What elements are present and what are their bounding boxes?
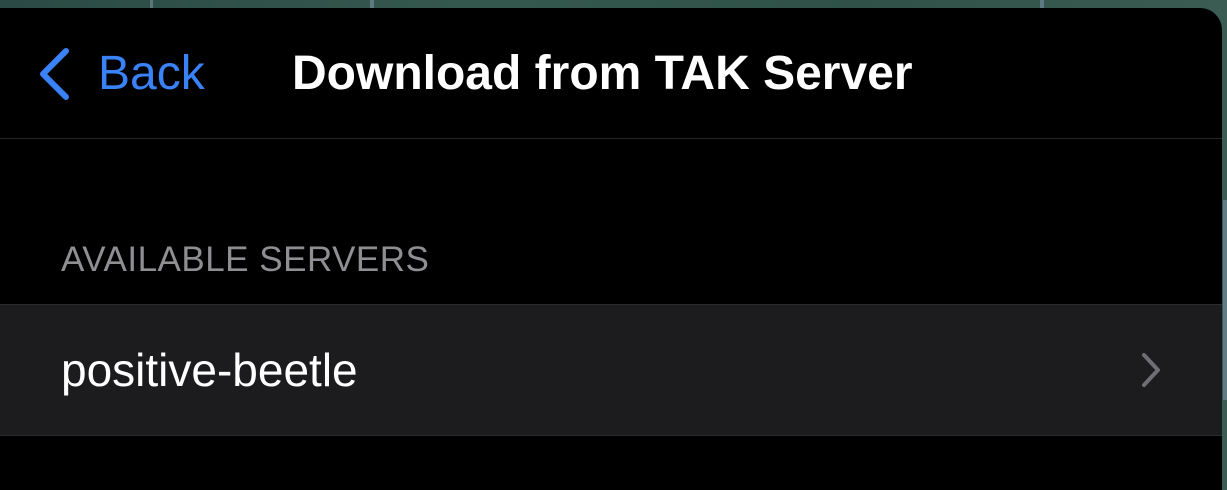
map-road [1223, 200, 1227, 400]
section-header: AVAILABLE SERVERS [61, 240, 430, 279]
back-button[interactable]: Back [36, 44, 205, 104]
server-row[interactable]: positive-beetle [0, 304, 1222, 436]
map-road [1040, 0, 1044, 8]
download-sheet: Back Download from TAK Server AVAILABLE … [0, 8, 1222, 490]
navigation-bar: Back Download from TAK Server [0, 8, 1222, 139]
map-road [150, 0, 153, 8]
chevron-right-icon [1142, 353, 1160, 387]
back-label: Back [98, 47, 205, 100]
map-road [370, 0, 374, 8]
server-name: positive-beetle [61, 344, 358, 396]
chevron-left-icon [40, 48, 69, 100]
page-title: Download from TAK Server [292, 47, 913, 100]
